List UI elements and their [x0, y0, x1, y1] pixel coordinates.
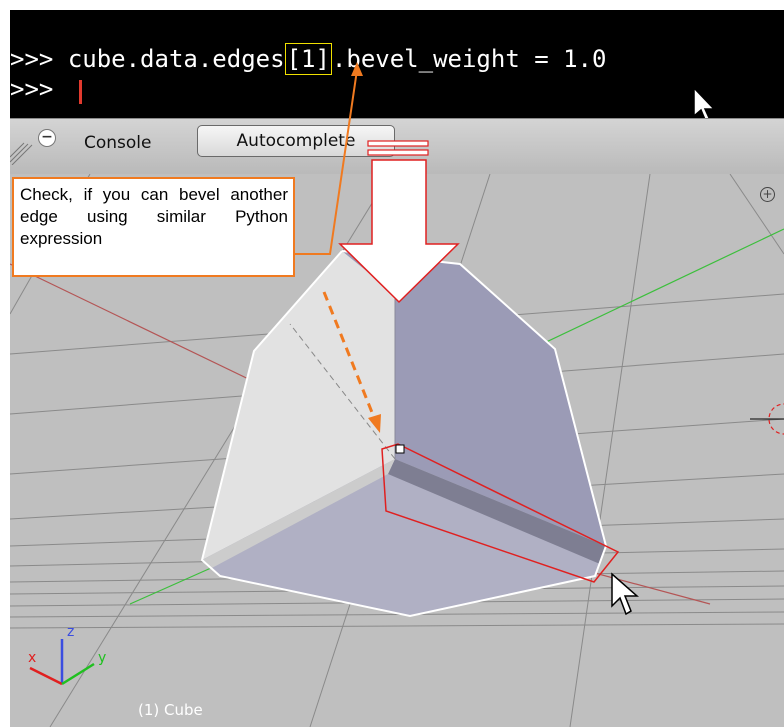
3d-cursor-icon: [750, 403, 784, 435]
object-name-label: (1) Cube: [138, 701, 203, 719]
command-text: cube.data.edges: [67, 45, 285, 73]
command-text-rest: .bevel_weight = 1.0: [331, 45, 607, 73]
python-console[interactable]: >>> cube.data.edges[1].bevel_weight = 1.…: [10, 10, 784, 124]
annotation-callout: Check, if you can bevel another edge usi…: [12, 177, 295, 277]
highlighted-index: [1]: [284, 43, 332, 75]
console-line-2[interactable]: >>>: [10, 74, 53, 104]
cursor-arrow-icon: [611, 572, 639, 616]
resize-grip-icon[interactable]: [10, 135, 40, 165]
console-line-1: >>> cube.data.edges[1].bevel_weight = 1.…: [10, 43, 607, 75]
prompt-2: >>>: [10, 75, 54, 103]
console-header: − Console Autocomplete: [10, 118, 784, 175]
console-menu[interactable]: Console: [84, 133, 152, 153]
zoom-icon[interactable]: +: [760, 187, 775, 202]
gizmo-x-label: x: [28, 650, 36, 666]
minus-icon[interactable]: −: [38, 129, 56, 147]
text-caret: [79, 80, 82, 104]
autocomplete-button[interactable]: Autocomplete: [197, 125, 395, 157]
y-axis-line-2: [129, 563, 221, 605]
prompt: >>>: [10, 45, 54, 73]
gizmo-z-label: z: [67, 624, 74, 640]
cube-mesh[interactable]: [200, 250, 608, 618]
gizmo-y-label: y: [98, 650, 106, 666]
pivot-point: [395, 444, 405, 454]
callout-text: Check, if you can bevel another edge usi…: [20, 185, 288, 248]
